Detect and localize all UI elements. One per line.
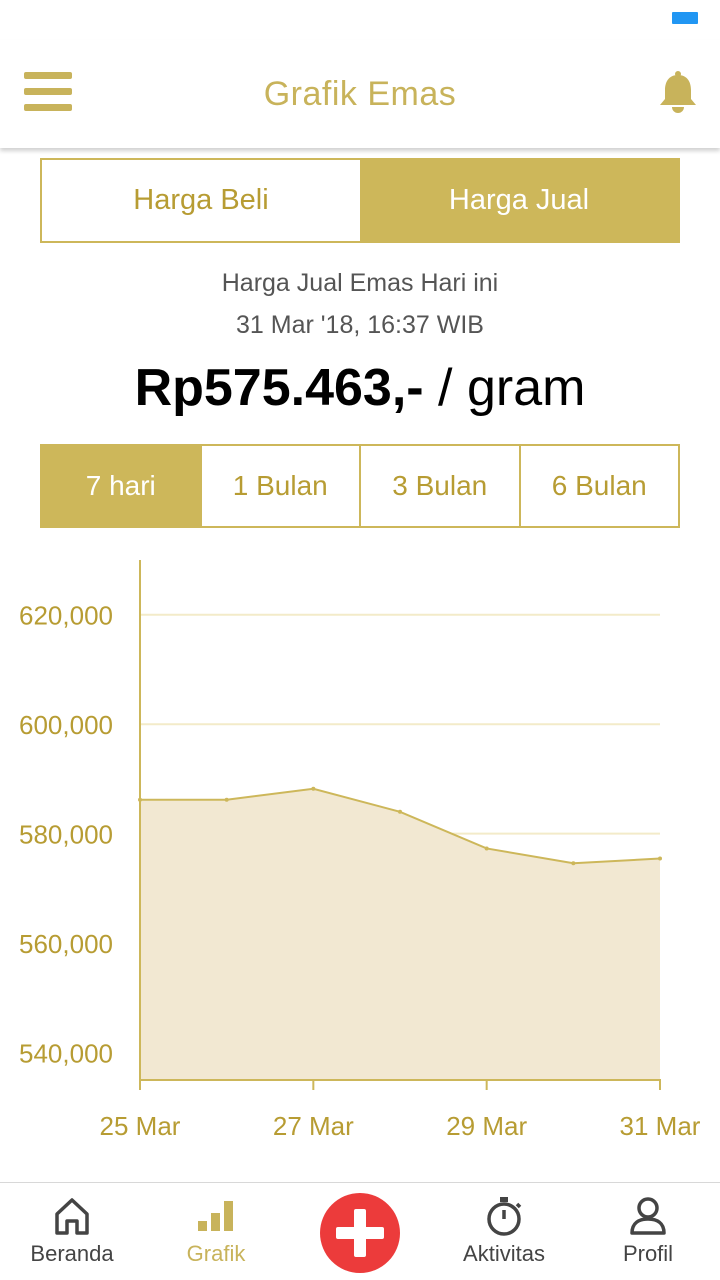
data-point	[398, 809, 402, 814]
nav-label-beranda: Beranda	[30, 1241, 114, 1266]
data-point	[658, 856, 662, 861]
y-tick-label: 540,000	[19, 1039, 113, 1069]
hamburger-menu-icon[interactable]	[24, 70, 72, 114]
x-tick-label: 29 Mar	[446, 1111, 527, 1141]
nav-beranda[interactable]: Beranda	[12, 1183, 132, 1280]
nav-label-grafik: Grafik	[186, 1241, 246, 1266]
y-tick-label: 560,000	[19, 929, 113, 959]
price-area	[140, 788, 660, 1080]
y-tick-label: 580,000	[19, 820, 113, 850]
bar-chart-icon	[198, 1201, 233, 1231]
page-title: Grafik Emas	[263, 74, 457, 113]
nav-profil[interactable]: Profil	[588, 1183, 708, 1280]
harga-beli-button[interactable]: Harga Beli	[42, 160, 360, 241]
period-tabs: 7 hari 1 Bulan 3 Bulan 6 Bulan	[40, 444, 680, 528]
nav-grafik[interactable]: Grafik	[156, 1183, 276, 1280]
price-chart: 540,000 560,000 580,000 600,000 620,000 25 Ma…	[19, 560, 701, 1141]
data-point	[311, 786, 316, 791]
data-point	[571, 861, 576, 866]
x-tick-label: 25 Mar	[100, 1111, 181, 1141]
stopwatch-icon	[487, 1197, 522, 1236]
app-bar: Grafik Emas	[0, 40, 720, 148]
tab-3-bulan[interactable]: 3 Bulan	[359, 446, 519, 526]
price-value: Rp575.463,-	[134, 359, 424, 417]
tab-6-bulan[interactable]: 6 Bulan	[518, 446, 678, 526]
price-unit: / gram	[423, 359, 586, 417]
current-price: Rp575.463,- / gram	[0, 358, 720, 418]
person-icon	[630, 1197, 666, 1235]
tab-7-hari[interactable]: 7 hari	[42, 446, 200, 526]
data-point	[224, 797, 229, 802]
x-tick-label: 27 Mar	[273, 1111, 354, 1141]
bottom-nav: Beranda Grafik Aktivitas Profil	[0, 1182, 720, 1280]
data-point	[484, 846, 489, 851]
plus-icon[interactable]	[320, 1193, 400, 1273]
nav-label-aktivitas: Aktivitas	[463, 1241, 545, 1266]
status-bar	[0, 0, 720, 40]
status-indicator-icon	[672, 12, 698, 24]
bell-icon[interactable]	[658, 70, 698, 114]
nav-label-profil: Profil	[622, 1241, 674, 1266]
tab-1-bulan[interactable]: 1 Bulan	[199, 446, 359, 526]
x-tick-label: 31 Mar	[620, 1111, 701, 1141]
nav-aktivitas[interactable]: Aktivitas	[444, 1183, 564, 1280]
y-tick-label: 620,000	[19, 601, 113, 631]
harga-jual-button[interactable]: Harga Jual	[360, 160, 678, 241]
price-type-toggle: Harga Beli Harga Jual	[40, 158, 680, 243]
home-icon	[55, 1198, 89, 1235]
y-tick-label: 600,000	[19, 710, 113, 740]
price-info: Harga Jual Emas Hari ini 31 Mar '18, 16:…	[0, 262, 720, 346]
price-timestamp: 31 Mar '18, 16:37 WIB	[236, 311, 484, 339]
price-heading: Harga Jual Emas Hari ini	[221, 269, 499, 297]
